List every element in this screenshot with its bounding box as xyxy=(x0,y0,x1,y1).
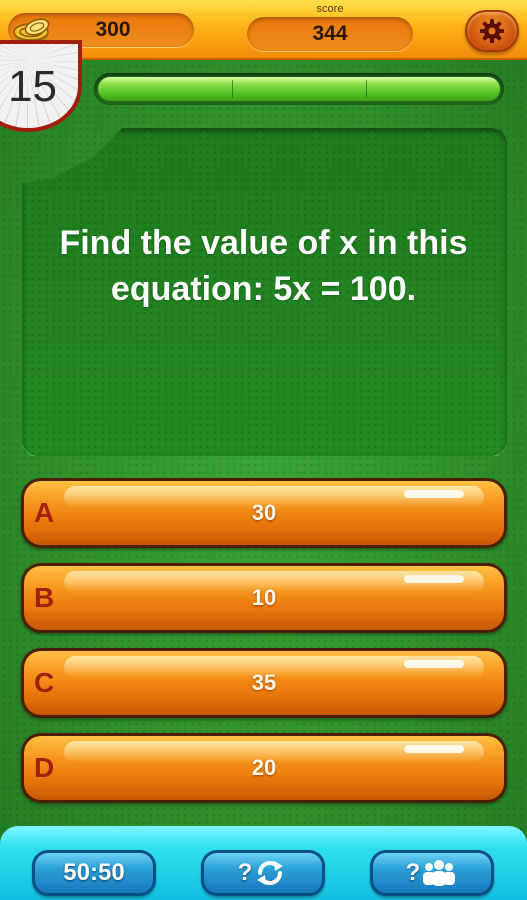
answer-button-a[interactable]: A 30 xyxy=(21,478,507,548)
progress-divider xyxy=(365,80,367,98)
score-value: 344 xyxy=(312,22,348,45)
refresh-arrows-icon xyxy=(257,861,284,885)
answer-value: 10 xyxy=(251,585,277,610)
coins-value: 300 xyxy=(95,18,131,41)
fifty-fifty-label: 50:50 xyxy=(63,859,125,886)
game-screen: 300 score 344 15 Find the value of x in … xyxy=(0,0,527,900)
timer-seconds: 15 xyxy=(8,62,57,111)
answer-value: 20 xyxy=(251,755,277,780)
answer-button-d[interactable]: D 20 xyxy=(21,733,507,803)
score-counter: 344 xyxy=(247,17,413,51)
ask-audience-label: ? xyxy=(405,859,421,886)
answer-value: 30 xyxy=(251,500,277,525)
progress-divider xyxy=(231,80,233,98)
answer-button-b[interactable]: B 10 xyxy=(21,563,507,633)
score-label: score xyxy=(316,3,344,15)
ask-audience-button[interactable]: ? xyxy=(370,850,494,896)
fifty-fifty-button[interactable]: 50:50 xyxy=(32,850,156,896)
people-group-icon xyxy=(423,860,456,886)
settings-button[interactable] xyxy=(465,10,519,52)
question-text: Find the value of x in this equation: 5x… xyxy=(59,224,468,308)
time-progress-fill xyxy=(98,77,500,101)
answer-value: 35 xyxy=(251,670,277,695)
swap-question-button[interactable]: ? xyxy=(201,850,325,896)
time-progress-bar xyxy=(94,73,504,105)
answer-button-c[interactable]: C 35 xyxy=(21,648,507,718)
swap-question-label: ? xyxy=(237,859,253,886)
countdown-timer: 15 xyxy=(0,40,82,132)
gear-icon xyxy=(480,19,504,43)
